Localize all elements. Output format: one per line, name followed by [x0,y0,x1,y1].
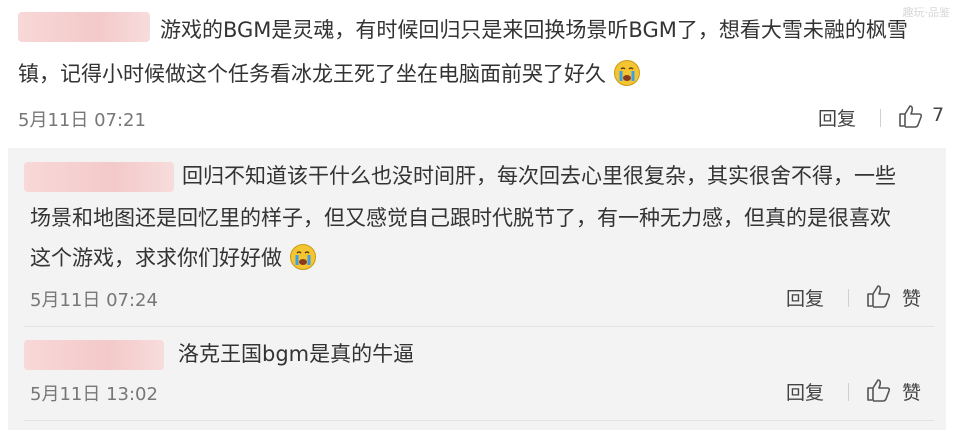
reply-button[interactable]: 回复 [786,284,824,311]
reply-divider [24,326,934,327]
crying-emoji-icon [613,60,640,86]
watermark: 趣玩·品鉴 [902,6,951,19]
comment-text-line-2: 镇，记得小时候做这个任务看冰龙王死了坐在电脑面前哭了好久 [18,56,641,92]
username-blurred[interactable] [24,162,174,192]
reply-text-line-3-content: 这个游戏，求求你们好好做 [30,246,282,270]
divider [848,289,849,307]
divider [848,383,849,401]
reply-button[interactable]: 回复 [786,378,824,405]
username-blurred[interactable] [18,12,150,42]
like-button-label[interactable]: 赞 [902,284,921,311]
reply-divider [24,420,934,421]
comment-text-line-1: 游戏的BGM是灵魂，有时候回归只是来回换场景听BGM了，想看大雪未融的枫雪 [160,18,908,42]
comment-text-line-2-content: 镇，记得小时候做这个任务看冰龙王死了坐在电脑面前哭了好久 [18,62,606,86]
like-count: 7 [932,104,945,126]
reply-text-line-3: 这个游戏，求求你们好好做 [30,240,317,276]
reply-button[interactable]: 回复 [818,104,856,131]
reply-text-line-2: 场景和地图还是回忆里的样子，但又感觉自己跟时代脱节了，有一种无力感，但真的是很喜… [30,206,891,230]
comment-timestamp: 5月11日 07:21 [18,110,146,131]
reply-text-line-1: 洛克王国bgm是真的牛逼 [178,342,415,366]
reply-text-line-1: 回归不知道该干什么也没时间肝，每次回去心里很复杂，其实很舍不得，一些 [182,164,896,188]
thumbs-up-icon[interactable] [866,284,892,308]
like-button-label[interactable]: 赞 [902,378,921,405]
reply-timestamp: 5月11日 07:24 [30,290,158,311]
crying-emoji-icon [289,244,316,270]
username-blurred[interactable] [24,340,164,370]
thumbs-up-icon[interactable] [898,104,924,128]
thumbs-up-icon[interactable] [866,378,892,402]
reply-timestamp: 5月11日 13:02 [30,384,158,405]
divider [880,109,881,127]
